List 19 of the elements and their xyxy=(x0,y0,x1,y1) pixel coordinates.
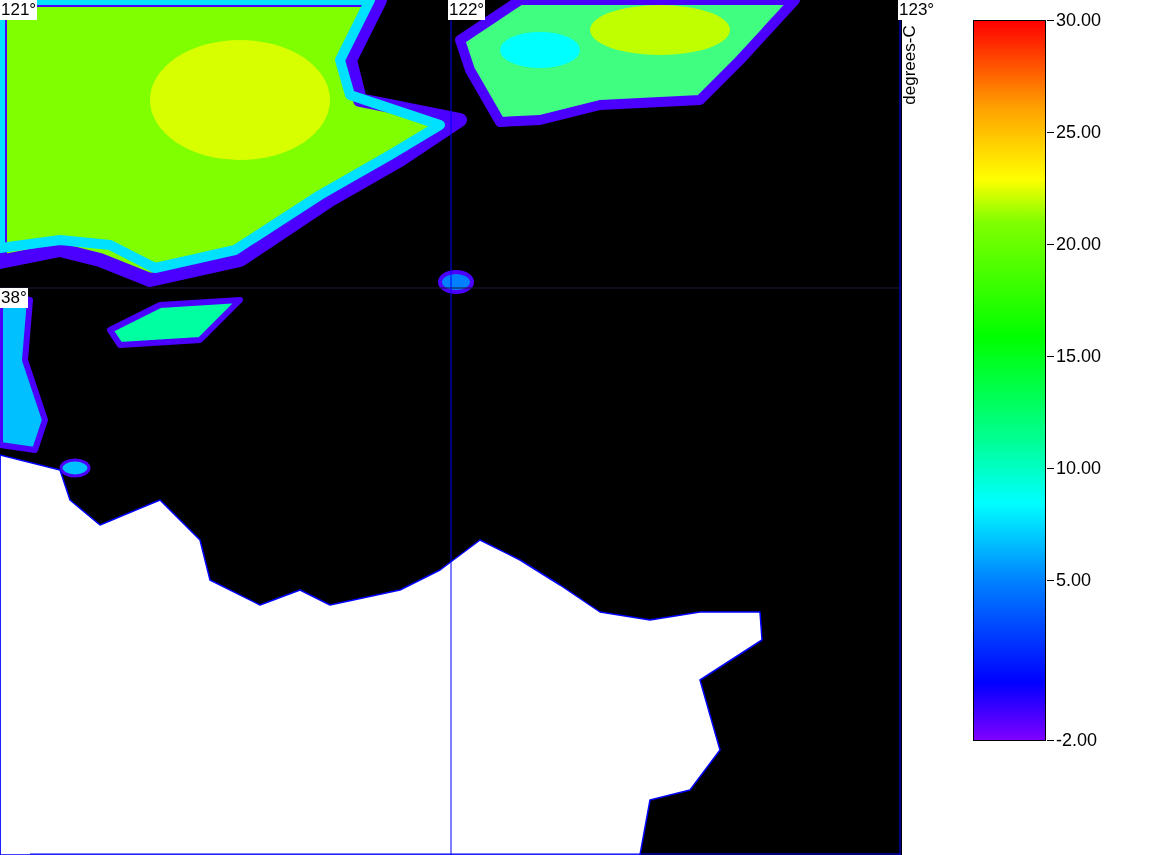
tick-mark xyxy=(1047,580,1054,581)
longitude-label: 122° xyxy=(448,0,486,20)
longitude-label: 121° xyxy=(0,0,38,20)
tick-mark xyxy=(1047,20,1054,21)
tick-mark xyxy=(1047,244,1054,245)
tick-label: 30.00 xyxy=(1056,10,1102,30)
tick-label: 15.00 xyxy=(1056,346,1102,366)
longitude-label: 123° xyxy=(898,0,936,20)
tick-label: 5.00 xyxy=(1056,570,1092,590)
tick-mark xyxy=(1047,132,1054,133)
latitude-label: 38° xyxy=(0,288,28,308)
tick-mark xyxy=(1047,468,1054,469)
colorbar-title: degrees-C xyxy=(899,25,920,105)
tick-label: 20.00 xyxy=(1056,234,1102,254)
tick-label: 25.00 xyxy=(1056,122,1102,142)
tick-mark xyxy=(1047,356,1054,357)
tick-label: 10.00 xyxy=(1056,458,1102,478)
tick-mark xyxy=(1047,740,1054,741)
tick-label: -2.00 xyxy=(1056,730,1098,750)
